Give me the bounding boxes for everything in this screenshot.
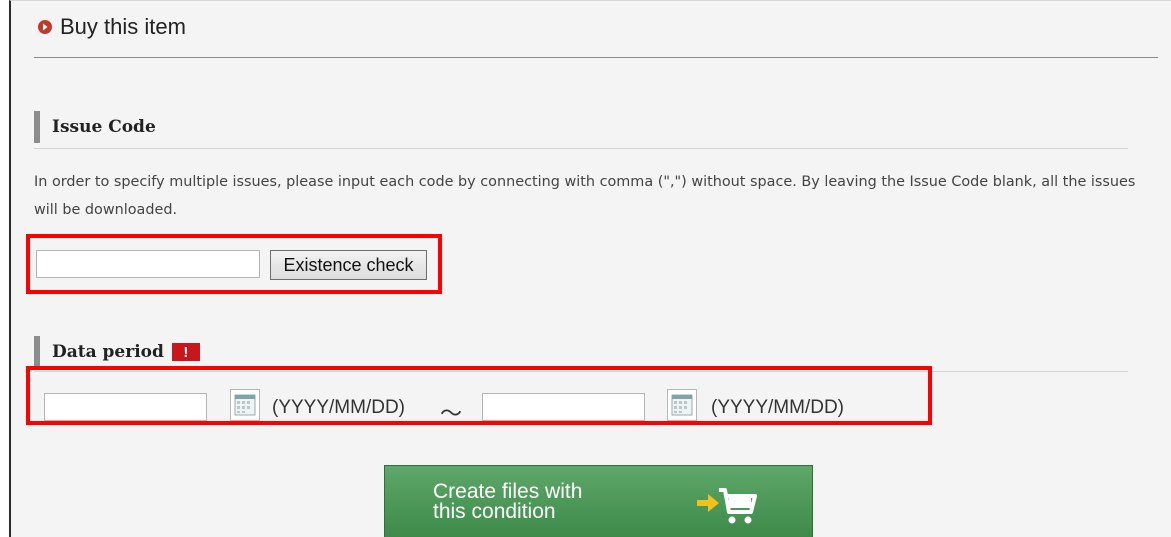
cart-icon [715,484,759,532]
circle-arrow-right-icon [38,20,52,34]
issue-code-heading: Issue Code [34,111,156,143]
page-title: Buy this item [38,14,186,40]
end-calendar-icon[interactable] [667,389,697,421]
issue-code-input[interactable] [36,250,260,278]
date-range-separator: ～ [440,402,463,427]
data-period-divider [34,371,1128,372]
end-date-input[interactable] [482,393,645,421]
start-calendar-icon[interactable] [230,389,260,421]
create-files-label: Create files with this condition [433,480,583,523]
issue-code-heading-text: Issue Code [52,117,156,137]
title-divider [34,57,1158,58]
create-files-button[interactable]: Create files with this condition [384,465,813,537]
end-date-format: (YYYY/MM/DD) [711,397,844,418]
issue-code-description: In order to specify multiple issues, ple… [34,174,1136,218]
start-date-input[interactable] [44,393,207,421]
data-period-heading: Data period ! [34,336,200,368]
required-badge: ! [171,343,200,361]
page-title-text: Buy this item [60,14,186,39]
issue-code-divider [34,148,1128,149]
start-date-format: (YYYY/MM/DD) [272,397,405,418]
data-period-heading-text: Data period [52,342,164,362]
existence-check-button[interactable]: Existence check [270,250,427,280]
